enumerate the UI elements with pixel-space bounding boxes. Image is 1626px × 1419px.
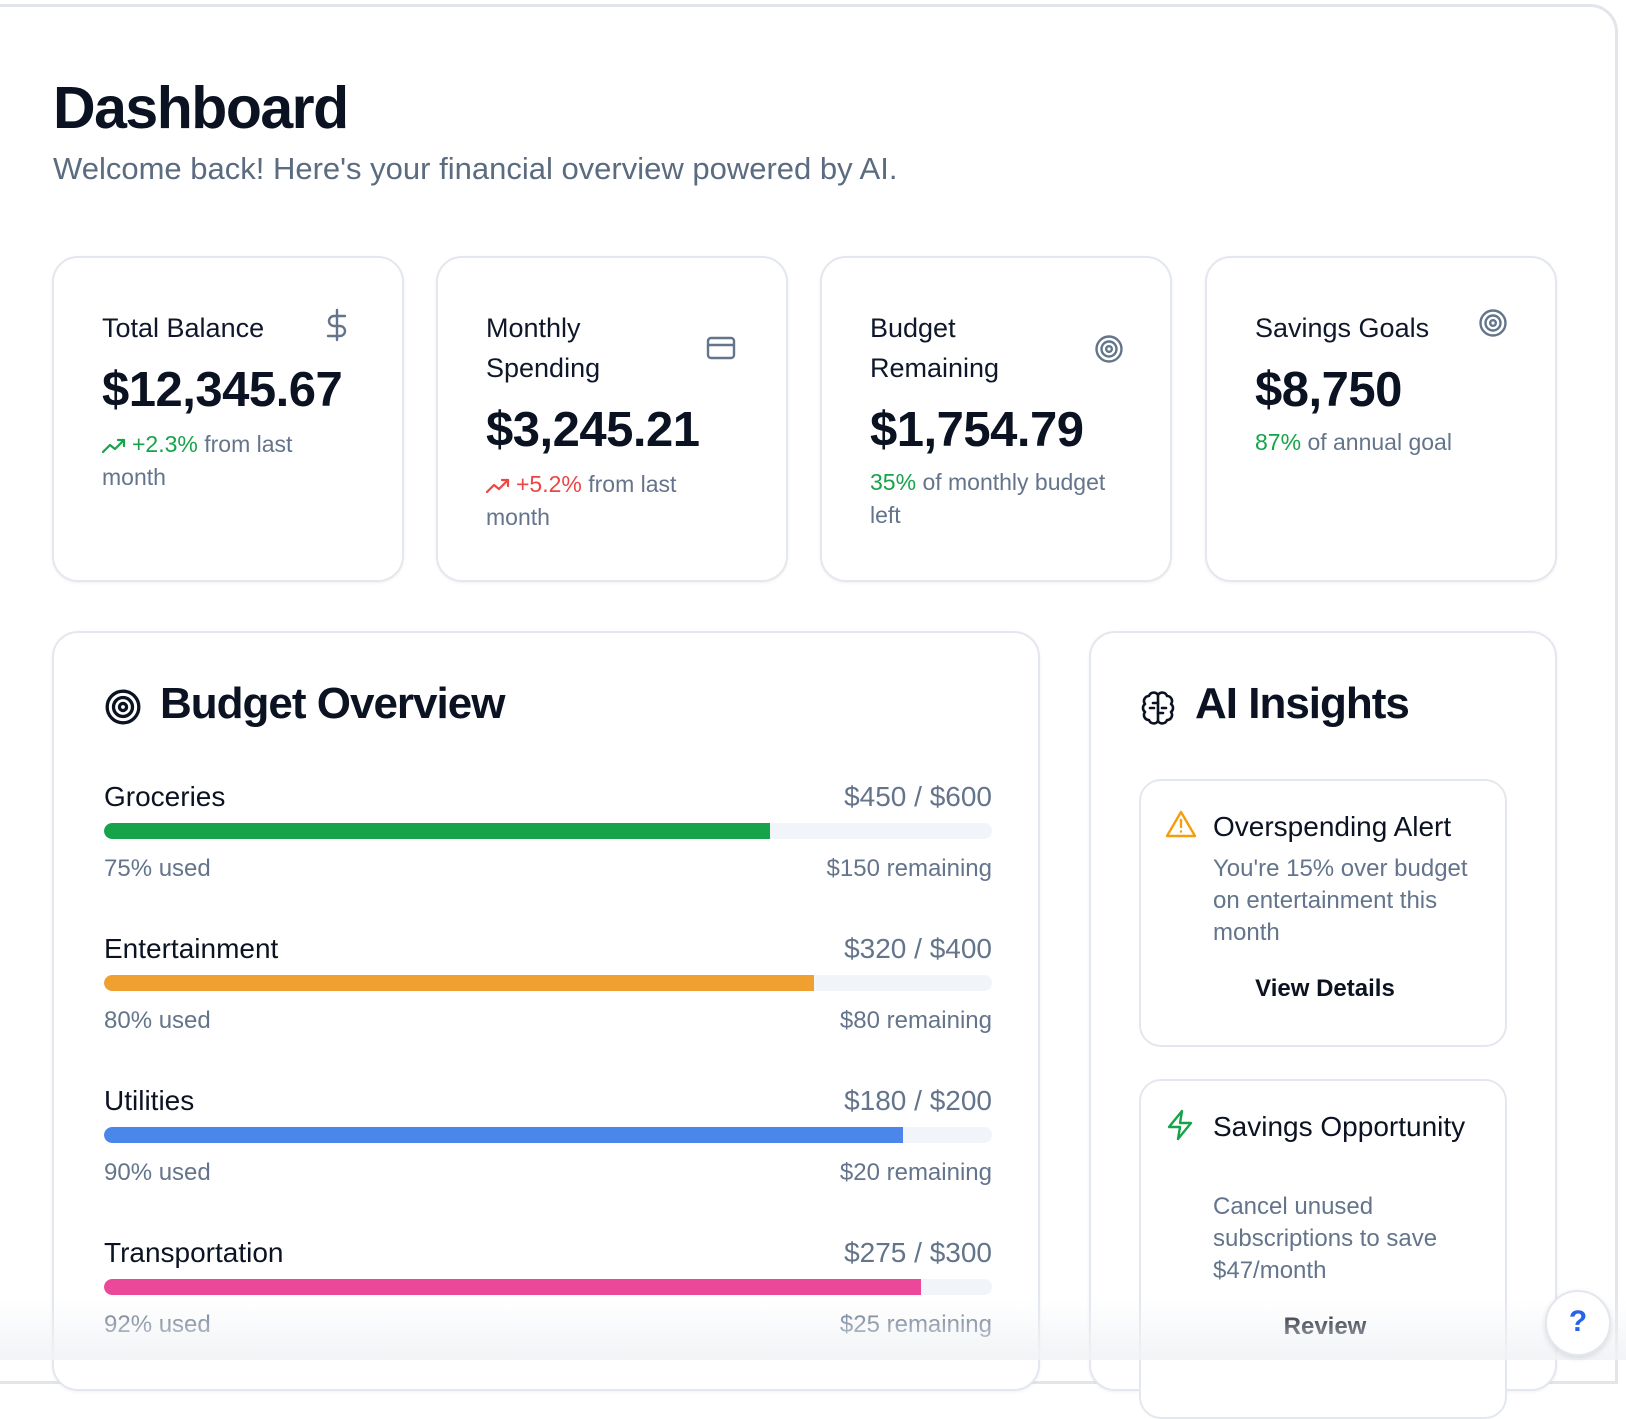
- budget-category: Transportation: [104, 1237, 284, 1268]
- budget-progress-track: [104, 823, 992, 839]
- budget-category: Entertainment: [104, 933, 279, 964]
- insight-description: You're 15% over budget on entertainment …: [1213, 855, 1468, 946]
- insight-title: Savings Opportunity: [1213, 1111, 1466, 1142]
- stat-label: Total Balance: [102, 313, 265, 343]
- budget-progress-fill: [104, 1279, 921, 1295]
- trend-up-icon: [486, 471, 516, 497]
- stat-change: +2.3% from last month: [102, 428, 362, 494]
- stat-change-value: +5.2%: [516, 471, 582, 497]
- credit-card-icon: [706, 336, 736, 365]
- stat-value: $8,750: [1255, 363, 1402, 417]
- dollar-icon: [324, 308, 350, 347]
- insight-description: Cancel unused subscriptions to save $47/…: [1213, 1193, 1438, 1284]
- budget-progress-fill: [104, 1127, 904, 1143]
- budget-used: 75% used: [104, 855, 211, 882]
- warning-icon: [1165, 809, 1197, 844]
- insight-overspending-alert: Overspending Alert You're 15% over budge…: [1139, 779, 1507, 1047]
- trend-up-icon: [102, 431, 132, 457]
- budget-progress-track: [104, 975, 992, 991]
- budget-category: Utilities: [104, 1085, 195, 1116]
- review-button[interactable]: Review: [1141, 1313, 1509, 1341]
- budget-overview-card: Budget Overview Groceries $450 / $600 75…: [52, 631, 1040, 1391]
- stat-change-value: +2.3%: [132, 431, 198, 457]
- stat-note: 87% of annual goal: [1255, 426, 1515, 459]
- brain-icon: [1139, 689, 1177, 732]
- lightning-icon: [1165, 1109, 1195, 1146]
- budget-category: Groceries: [104, 781, 226, 812]
- insight-title: Overspending Alert: [1213, 811, 1452, 842]
- stat-change: +5.2% from last month: [486, 468, 746, 534]
- ai-insights-card: AI Insights Overspending Alert You're 15…: [1089, 631, 1557, 1419]
- stat-highlight: 87%: [1255, 429, 1302, 455]
- stat-label: Savings Goals: [1255, 313, 1430, 343]
- budget-progress-fill: [104, 823, 770, 839]
- budget-used: 80% used: [104, 1007, 211, 1034]
- stat-value: $3,245.21: [486, 403, 700, 457]
- budget-amount: $275 / $300: [844, 1237, 992, 1268]
- stat-note-suffix: of annual goal: [1307, 429, 1452, 455]
- stat-card-budget-remaining: Budget Remaining $1,754.79 35% of monthl…: [820, 256, 1172, 582]
- budget-remaining: $20 remaining: [839, 1159, 992, 1186]
- section-title: AI Insights: [1195, 679, 1410, 728]
- stat-note: 35% of monthly budget left: [870, 466, 1130, 532]
- budget-remaining: $150 remaining: [826, 855, 992, 882]
- budget-used: 92% used: [104, 1311, 211, 1338]
- target-icon: [1094, 334, 1124, 369]
- target-icon: [104, 688, 142, 731]
- budget-progress-fill: [104, 975, 815, 991]
- help-button[interactable]: ?: [1545, 1290, 1611, 1356]
- stat-label: Monthly Spending: [486, 313, 601, 383]
- stat-value: $1,754.79: [870, 403, 1084, 457]
- stat-label: Budget Remaining: [870, 313, 1000, 383]
- budget-amount: $320 / $400: [844, 933, 992, 964]
- insight-savings-opportunity: Savings Opportunity Cancel unused subscr…: [1139, 1079, 1507, 1419]
- stat-highlight: 35%: [870, 469, 917, 495]
- stat-card-monthly-spending: Monthly Spending $3,245.21 +5.2% from la…: [436, 256, 788, 582]
- budget-remaining: $80 remaining: [839, 1007, 992, 1034]
- section-title: Budget Overview: [160, 679, 505, 728]
- budget-progress-track: [104, 1127, 992, 1143]
- budget-amount: $180 / $200: [844, 1085, 992, 1116]
- target-icon: [1478, 308, 1508, 343]
- budget-used: 90% used: [104, 1159, 211, 1186]
- page-subtitle: Welcome back! Here's your financial over…: [53, 151, 898, 186]
- budget-progress-track: [104, 1279, 992, 1295]
- budget-amount: $450 / $600: [844, 781, 992, 812]
- stat-card-total-balance: Total Balance $12,345.67 +2.3% from last…: [52, 256, 404, 582]
- stat-value: $12,345.67: [102, 363, 343, 417]
- view-details-button[interactable]: View Details: [1141, 975, 1509, 1003]
- budget-remaining: $25 remaining: [839, 1311, 992, 1338]
- page-title: Dashboard: [53, 75, 349, 141]
- stat-card-savings-goals: Savings Goals $8,750 87% of annual goal: [1205, 256, 1557, 582]
